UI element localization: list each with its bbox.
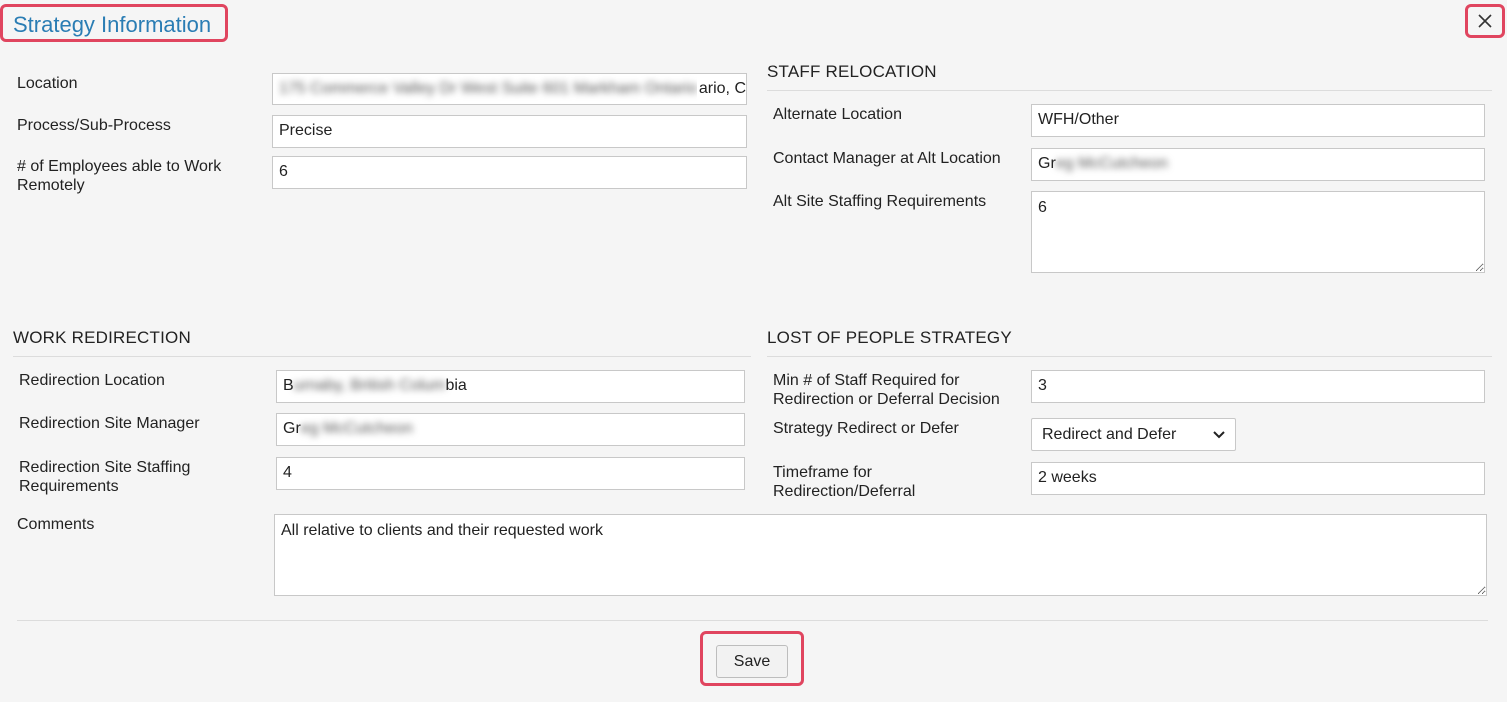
strategy-select-value: Redirect and Defer [1042, 425, 1177, 443]
redirection-manager-value-visible: Gr [283, 420, 301, 437]
alt-staffing-label: Alt Site Staffing Requirements [773, 193, 987, 210]
lost-people-divider [767, 356, 1492, 357]
work-redirection-divider [13, 356, 751, 357]
staff-relocation-divider [767, 90, 1492, 91]
alt-staffing-textarea[interactable]: 6 [1031, 191, 1485, 273]
dialog-title: Strategy Information [0, 4, 228, 42]
redirection-location-end: bia [445, 377, 467, 394]
remote-employees-label: # of Employees able to Work Remotely [17, 158, 222, 194]
redirection-manager-input[interactable]: Greg McCutcheon [276, 413, 745, 446]
comments-label: Comments [17, 516, 95, 533]
redirection-location-start: B [283, 377, 294, 394]
process-label: Process/Sub-Process [17, 117, 171, 134]
location-label: Location [17, 75, 78, 92]
strategy-label: Strategy Redirect or Defer [773, 420, 959, 437]
location-input[interactable]: 175 Commerce Valley Dr West Suite 601 Ma… [272, 73, 747, 105]
contact-manager-value-redacted: eg McCutcheon [1055, 155, 1168, 172]
footer-divider [17, 620, 1488, 621]
remote-employees-input[interactable]: 6 [272, 156, 747, 189]
redirection-staffing-label: Redirection Site Staffing Requirements [19, 459, 191, 495]
redirection-manager-label: Redirection Site Manager [19, 415, 200, 432]
process-input[interactable]: Precise [272, 115, 747, 148]
timeframe-label: Timeframe for Redirection/Deferral [773, 464, 916, 500]
close-icon [1478, 14, 1492, 28]
comments-textarea[interactable]: All relative to clients and their reques… [274, 514, 1487, 596]
contact-manager-input[interactable]: Greg McCutcheon [1031, 148, 1485, 181]
chevron-down-icon [1213, 430, 1225, 438]
min-staff-label: Min # of Staff Required for Redirection … [773, 372, 1000, 408]
work-redirection-heading: WORK REDIRECTION [13, 328, 191, 347]
timeframe-input[interactable]: 2 weeks [1031, 462, 1485, 495]
contact-manager-label: Contact Manager at Alt Location [773, 150, 1001, 167]
contact-manager-value-visible: Gr [1038, 155, 1056, 172]
location-value-visible: ario, C [696, 74, 746, 104]
redirection-location-input[interactable]: Burnaby, British Columbia [276, 370, 745, 403]
staff-relocation-heading: STAFF RELOCATION [767, 62, 937, 81]
redirection-location-label: Redirection Location [19, 372, 165, 389]
close-button[interactable] [1465, 4, 1505, 38]
min-staff-input[interactable]: 3 [1031, 370, 1485, 403]
redirection-staffing-input[interactable]: 4 [276, 457, 745, 490]
redirection-manager-value-redacted: eg McCutcheon [300, 420, 413, 437]
location-value-redacted: 175 Commerce Valley Dr West Suite 601 Ma… [279, 80, 698, 97]
alt-location-input[interactable]: WFH/Other [1031, 104, 1485, 137]
alt-location-label: Alternate Location [773, 106, 902, 123]
strategy-select[interactable]: Redirect and Defer [1031, 418, 1236, 451]
lost-people-heading: LOST OF PEOPLE STRATEGY [767, 328, 1012, 347]
save-button[interactable]: Save [716, 645, 788, 678]
redirection-location-redacted: urnaby, British Colum [293, 377, 446, 394]
